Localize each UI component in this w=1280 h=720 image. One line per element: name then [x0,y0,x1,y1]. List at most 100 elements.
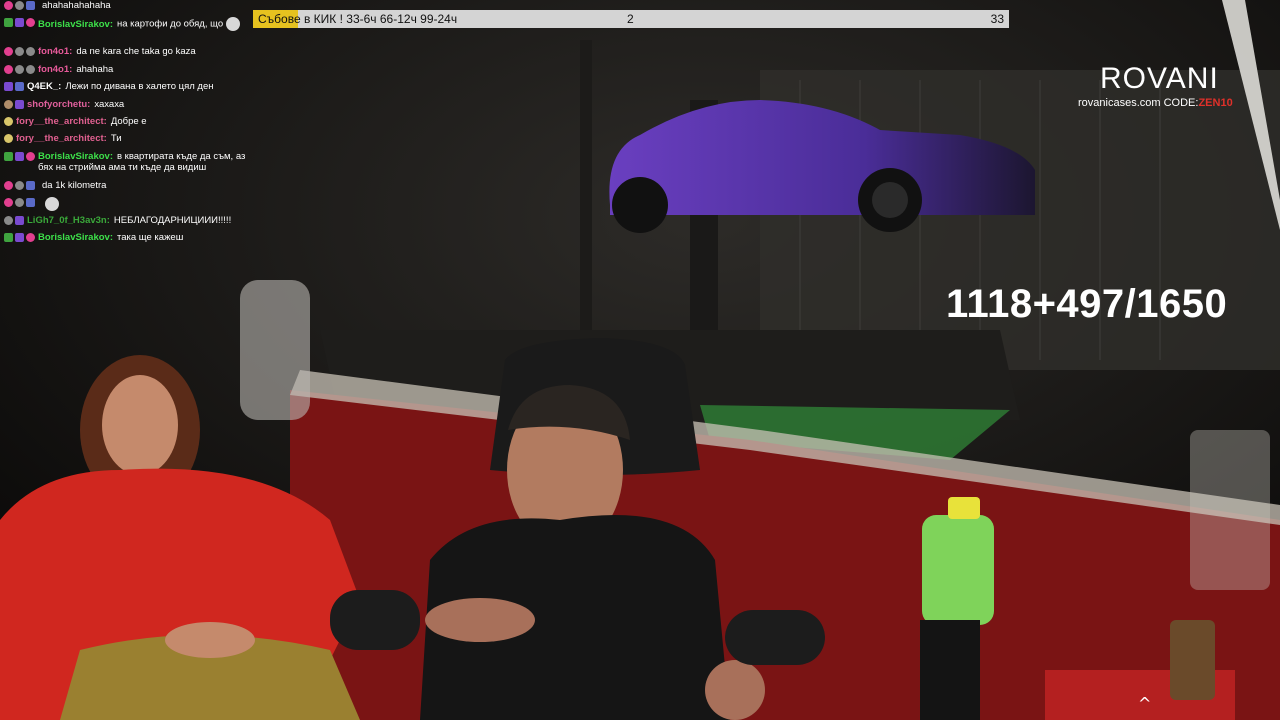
chat-username[interactable]: fory__the_architect: [16,133,107,144]
yellow-badge-icon [4,116,13,126]
chat-username[interactable]: fon4o1: [38,46,72,57]
grey-badge-icon [15,180,24,190]
chat-message: fory__the_architect: Добре е [4,116,254,133]
chat-emote-icon [226,17,241,32]
chat-message-body: fon4o1: da ne kara che taka go kaza [38,46,196,57]
chat-text: Ти [110,133,122,145]
chat-message-body: fory__the_architect: Добре е [16,116,147,127]
chat-message-body: shofyorchetu: хахаха [27,99,124,110]
pink-badge-icon [26,232,35,242]
chat-badges [4,82,24,92]
chat-username[interactable]: LiGh7_0f_H3av3n: [27,215,110,226]
chat-message: LiGh7_0f_H3av3n: НЕБЛАГОДАРНИЦИИИ!!!!! [4,215,254,232]
chat-badges [4,151,35,161]
chat-message-body: da 1k kilometra [38,180,106,191]
pink-badge-icon [26,18,35,28]
sub-goal-title: Събове в КИК ! 33-6ч 66-12ч 99-24ч [258,12,458,26]
sub-goal-bar: Събове в КИК ! 33-6ч 66-12ч 99-24ч 2 33 [253,10,1009,28]
sponsor-code-label: CODE: [1163,97,1199,109]
chat-message-body: LiGh7_0f_H3av3n: НЕБЛАГОДАРНИЦИИИ!!!!! [27,215,231,226]
grey-badge-icon [15,47,24,57]
chat-username[interactable]: BorislavSirakov: [38,232,113,243]
chat-message-body [38,197,59,212]
blue-badge-icon [26,180,35,190]
chat-username[interactable]: BorislavSirakov: [38,19,113,30]
chat-text: da ne kara che taka go kaza [76,46,196,58]
chat-message-body: BorislavSirakov: в квартирата къде да съм… [38,151,254,173]
pink-badge-icon [4,180,13,190]
chat-text: така ще кажеш [116,231,184,243]
chat-badges [4,99,24,109]
blue-badge-icon [26,198,35,208]
sponsor-brand: ROVANI [1100,62,1219,95]
purple-badge-icon [15,151,24,161]
chat-username[interactable]: BorislavSirakov: [38,151,113,162]
chat-badges [4,198,35,208]
chat-text: хахаха [94,98,125,110]
chat-username[interactable]: Q4EK_: [27,81,61,92]
pink-badge-icon [4,198,13,208]
chat-message-body: ahahahahahaha [38,0,111,11]
chat-badges [4,47,35,57]
chat-message: da 1k kilometra [4,180,254,197]
chat-message: BorislavSirakov: на картофи до обяд, що [4,17,254,46]
sponsor-logo: ROVANI rovanicases.com CODE:ZEN10 [1078,62,1248,110]
grey-badge-icon [15,198,24,208]
blue-badge-icon [15,82,24,92]
chat-message: BorislavSirakov: така ще кажеш [4,232,254,249]
yellow-badge-icon [4,134,13,144]
chat-message: Q4EK_: Лежи по дивана в халето цял ден [4,81,254,98]
purple-badge-icon [15,99,24,109]
chat-text: ahahahahahaha [42,0,111,11]
pink-badge-icon [26,151,35,161]
purple-badge-icon [15,215,24,225]
grey-badge-icon [26,64,35,74]
grey-badge-icon [15,64,24,74]
chat-username[interactable]: fory__the_architect: [16,116,107,127]
sponsor-site: rovanicases.com [1078,97,1161,109]
grey-badge-icon [15,1,24,10]
chat-message-body: BorislavSirakov: на картофи до обяд, що [38,17,241,32]
chat-badges [4,232,35,242]
chat-username[interactable]: fon4o1: [38,64,72,75]
green-badge-icon [4,18,13,28]
caret-up-icon: ^ [1138,694,1152,713]
counter-text: 1118+497/1650 [946,282,1228,326]
chat-message: shofyorchetu: хахаха [4,99,254,116]
tan-badge-icon [4,99,13,109]
chat-message-body: BorislavSirakov: така ще кажеш [38,232,183,243]
chat-badges [4,134,13,144]
chat-emote-icon [45,197,59,212]
chat-text: Добре е [110,115,147,127]
purple-badge-icon [4,82,13,92]
chat-text: Лежи по дивана в халето цял ден [65,81,214,93]
purple-badge-icon [15,18,24,28]
chat-overlay: ahahahahahaha BorislavSirakov: на картофи … [4,0,254,249]
chat-username[interactable]: shofyorchetu: [27,99,90,110]
green-bottle [922,515,994,625]
chat-message-body: fory__the_architect: Ти [16,133,122,144]
chat-text: ahahaha [76,63,114,75]
pink-badge-icon [4,1,13,10]
blue-badge-icon [26,1,35,10]
sponsor-code-value: ZEN10 [1198,97,1233,109]
grey-badge-icon [4,215,13,225]
chat-message: ahahahahahaha [4,0,254,17]
chat-badges [4,18,35,28]
chat-message: BorislavSirakov: в квартирата къде да съм… [4,151,254,180]
chat-message-body: Q4EK_: Лежи по дивана в халето цял ден [27,81,213,92]
chat-text: НЕБЛАГОДАРНИЦИИИ!!!!! [113,214,232,226]
chat-text: на картофи до обяд, що [116,18,224,30]
sub-goal-current: 2 [627,12,634,26]
chat-badges [4,215,24,225]
green-badge-icon [4,151,13,161]
chat-badges [4,180,35,190]
green-badge-icon [4,232,13,242]
gaming-chair [240,280,310,420]
pink-badge-icon [4,47,13,57]
chat-message: fory__the_architect: Ти [4,133,254,150]
chat-badges [4,64,35,74]
pink-badge-icon [4,64,13,74]
chat-badges [4,1,35,10]
grey-badge-icon [26,47,35,57]
